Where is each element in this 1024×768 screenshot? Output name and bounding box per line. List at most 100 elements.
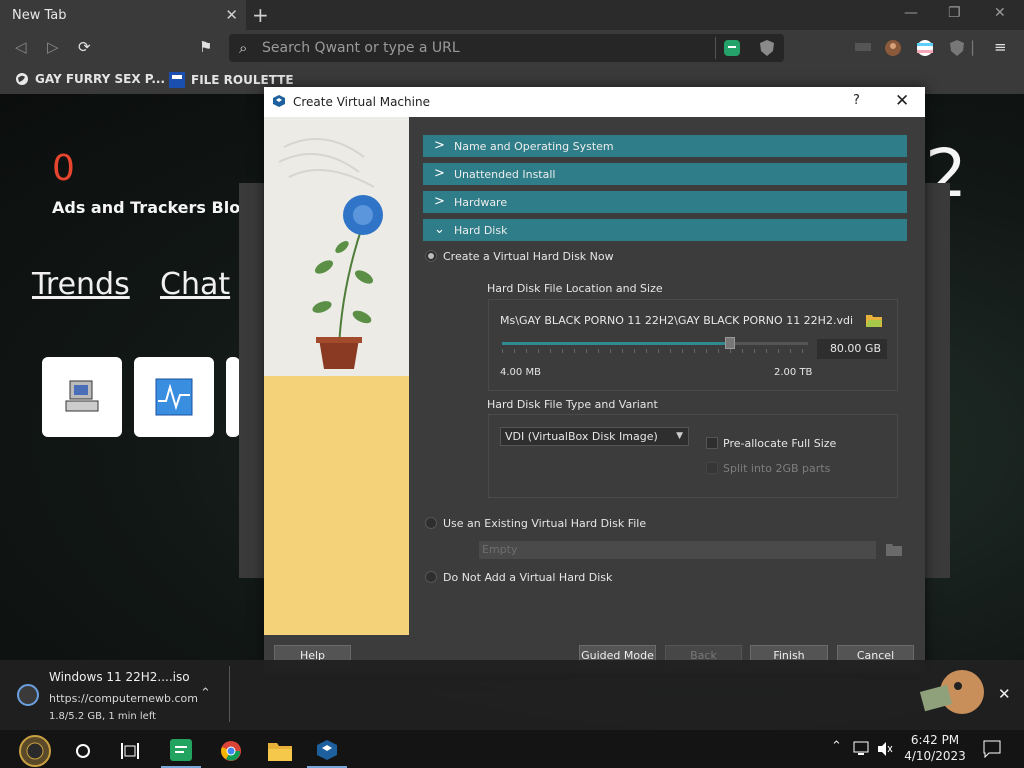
- task-view-icon: [121, 743, 139, 759]
- chevron-up-icon[interactable]: ⌃: [200, 686, 211, 701]
- wizard-illustration: [264, 117, 409, 635]
- radio-create-new[interactable]: [425, 250, 437, 262]
- chevron-right-icon: >: [434, 166, 445, 181]
- disk-size-field[interactable]: 80.00 GB: [817, 339, 887, 359]
- restore-icon[interactable]: ❐: [948, 5, 961, 21]
- background-window: [924, 183, 950, 578]
- shortcut-tile[interactable]: [134, 357, 214, 437]
- taskbar: ⌃ 6:42 PM 4/10/2023: [0, 730, 1024, 768]
- bookmark-item-2[interactable]: FILE ROULETTE: [169, 72, 294, 88]
- radio-use-existing[interactable]: [425, 517, 437, 529]
- section-label: Name and Operating System: [454, 139, 614, 153]
- start-button[interactable]: [14, 734, 56, 768]
- chevron-right-icon: >: [434, 138, 445, 153]
- flag-icon[interactable]: [917, 40, 933, 56]
- start-icon: [19, 735, 51, 767]
- bookmark-icon[interactable]: ⚑: [199, 38, 212, 56]
- search-circle-icon: [76, 744, 90, 758]
- section-label: Hard Disk: [454, 223, 508, 237]
- radio-no-disk[interactable]: [425, 571, 437, 583]
- file-path-field[interactable]: C:\Users\User\VirtualBox VMs\GAY BLACK P…: [501, 314, 853, 332]
- chevron-right-icon: >: [434, 194, 445, 209]
- monitor-icon: [155, 378, 193, 416]
- menu-icon[interactable]: ≡: [994, 38, 1007, 56]
- help-icon[interactable]: ?: [853, 93, 860, 108]
- section-unattended[interactable]: > Unattended Install: [423, 163, 907, 185]
- disk-type-select[interactable]: VDI (VirtualBox Disk Image) ▼: [500, 427, 689, 446]
- notification-icon[interactable]: [983, 740, 1001, 758]
- split-checkbox[interactable]: [706, 462, 718, 474]
- slider-fill: [502, 342, 730, 345]
- disk-size-slider[interactable]: [502, 337, 808, 349]
- no-disk-label: Do Not Add a Virtual Hard Disk: [443, 571, 613, 584]
- chat-link[interactable]: Chat: [160, 267, 230, 302]
- green-app-icon: [170, 739, 192, 761]
- folder-icon[interactable]: [886, 542, 902, 556]
- slider-ticks: [502, 349, 808, 353]
- section-hardware[interactable]: > Hardware: [423, 191, 907, 213]
- bookmark-item-1[interactable]: GAY FURRY SEX P...: [15, 72, 165, 86]
- dialog-close-icon[interactable]: ✕: [895, 91, 909, 111]
- taskbar-app-1[interactable]: [161, 734, 201, 768]
- shortcut-tile[interactable]: [226, 357, 240, 437]
- size-min-label: 4.00 MB: [500, 367, 541, 378]
- cortana-button[interactable]: [63, 734, 103, 768]
- chevron-up-icon[interactable]: ⌃: [831, 739, 842, 754]
- dropdown-arrow-icon: ▼: [676, 431, 683, 441]
- download-source: https://computernewb.com: [49, 692, 198, 705]
- section-label: Unattended Install: [454, 167, 556, 181]
- window-close-icon[interactable]: ✕: [994, 5, 1006, 21]
- dialog-titlebar: Create Virtual Machine ? ✕: [264, 87, 925, 117]
- shelf-close-icon[interactable]: ✕: [998, 685, 1011, 703]
- background-window: [239, 183, 267, 578]
- virtualbox-icon: [317, 740, 337, 760]
- download-filename[interactable]: Windows 11 22H2....iso: [49, 670, 190, 684]
- chevron-down-icon: ⌄: [434, 222, 445, 237]
- blocked-label: Ads and Trackers Block: [52, 198, 261, 217]
- ublock-icon[interactable]: [949, 39, 965, 57]
- taskbar-virtualbox[interactable]: [307, 734, 347, 768]
- section-name-os[interactable]: > Name and Operating System: [423, 135, 907, 157]
- shortcut-tile[interactable]: [42, 357, 122, 437]
- mascot-icon: [919, 670, 984, 714]
- shield-icon[interactable]: [759, 39, 775, 57]
- share-icon[interactable]: [724, 40, 740, 56]
- toolbar-divider: |: [970, 38, 976, 56]
- folder-icon: [268, 743, 292, 761]
- section-hard-disk[interactable]: ⌄ Hard Disk: [423, 219, 907, 241]
- taskbar-explorer[interactable]: [260, 734, 300, 768]
- taskbar-chrome[interactable]: [211, 734, 251, 768]
- tab-close-icon[interactable]: ✕: [225, 6, 238, 24]
- computer-icon: [65, 380, 99, 412]
- preallocate-checkbox[interactable]: [706, 437, 718, 449]
- urlbar-divider: [715, 37, 716, 59]
- shelf-divider: [229, 666, 230, 722]
- avatar[interactable]: [885, 40, 901, 56]
- trends-link[interactable]: Trends: [32, 267, 130, 302]
- download-progress: 1.8/5.2 GB, 1 min left: [49, 711, 157, 722]
- split-label: Split into 2GB parts: [723, 462, 831, 475]
- existing-disk-value: Empty: [482, 543, 518, 556]
- back-icon[interactable]: ◁: [15, 38, 27, 56]
- slider-handle[interactable]: [724, 337, 735, 349]
- globe-icon: [16, 73, 28, 85]
- extension-icon[interactable]: [855, 43, 871, 53]
- task-view-button[interactable]: [110, 734, 150, 768]
- network-icon[interactable]: [853, 741, 871, 757]
- virtualbox-icon: [273, 95, 285, 107]
- volume-muted-icon[interactable]: [877, 741, 893, 757]
- create-vm-dialog: Create Virtual Machine ? ✕ > Name and Op…: [264, 87, 925, 673]
- tab-new-tab[interactable]: New Tab ✕: [0, 0, 246, 30]
- existing-disk-select[interactable]: Empty: [479, 541, 876, 559]
- address-bar[interactable]: ⌕ Search Qwant or type a URL: [229, 34, 784, 62]
- forward-icon[interactable]: ▷: [47, 38, 59, 56]
- new-tab-icon[interactable]: +: [252, 3, 269, 27]
- type-group-label: Hard Disk File Type and Variant: [487, 398, 658, 411]
- plant-illustration: [278, 138, 383, 369]
- folder-icon[interactable]: [866, 313, 882, 327]
- download-file-icon: [17, 684, 39, 706]
- reload-icon[interactable]: ⟳: [78, 38, 91, 56]
- address-placeholder: Search Qwant or type a URL: [262, 40, 460, 56]
- minimize-icon[interactable]: —: [904, 5, 918, 21]
- system-clock[interactable]: 6:42 PM 4/10/2023: [900, 732, 970, 764]
